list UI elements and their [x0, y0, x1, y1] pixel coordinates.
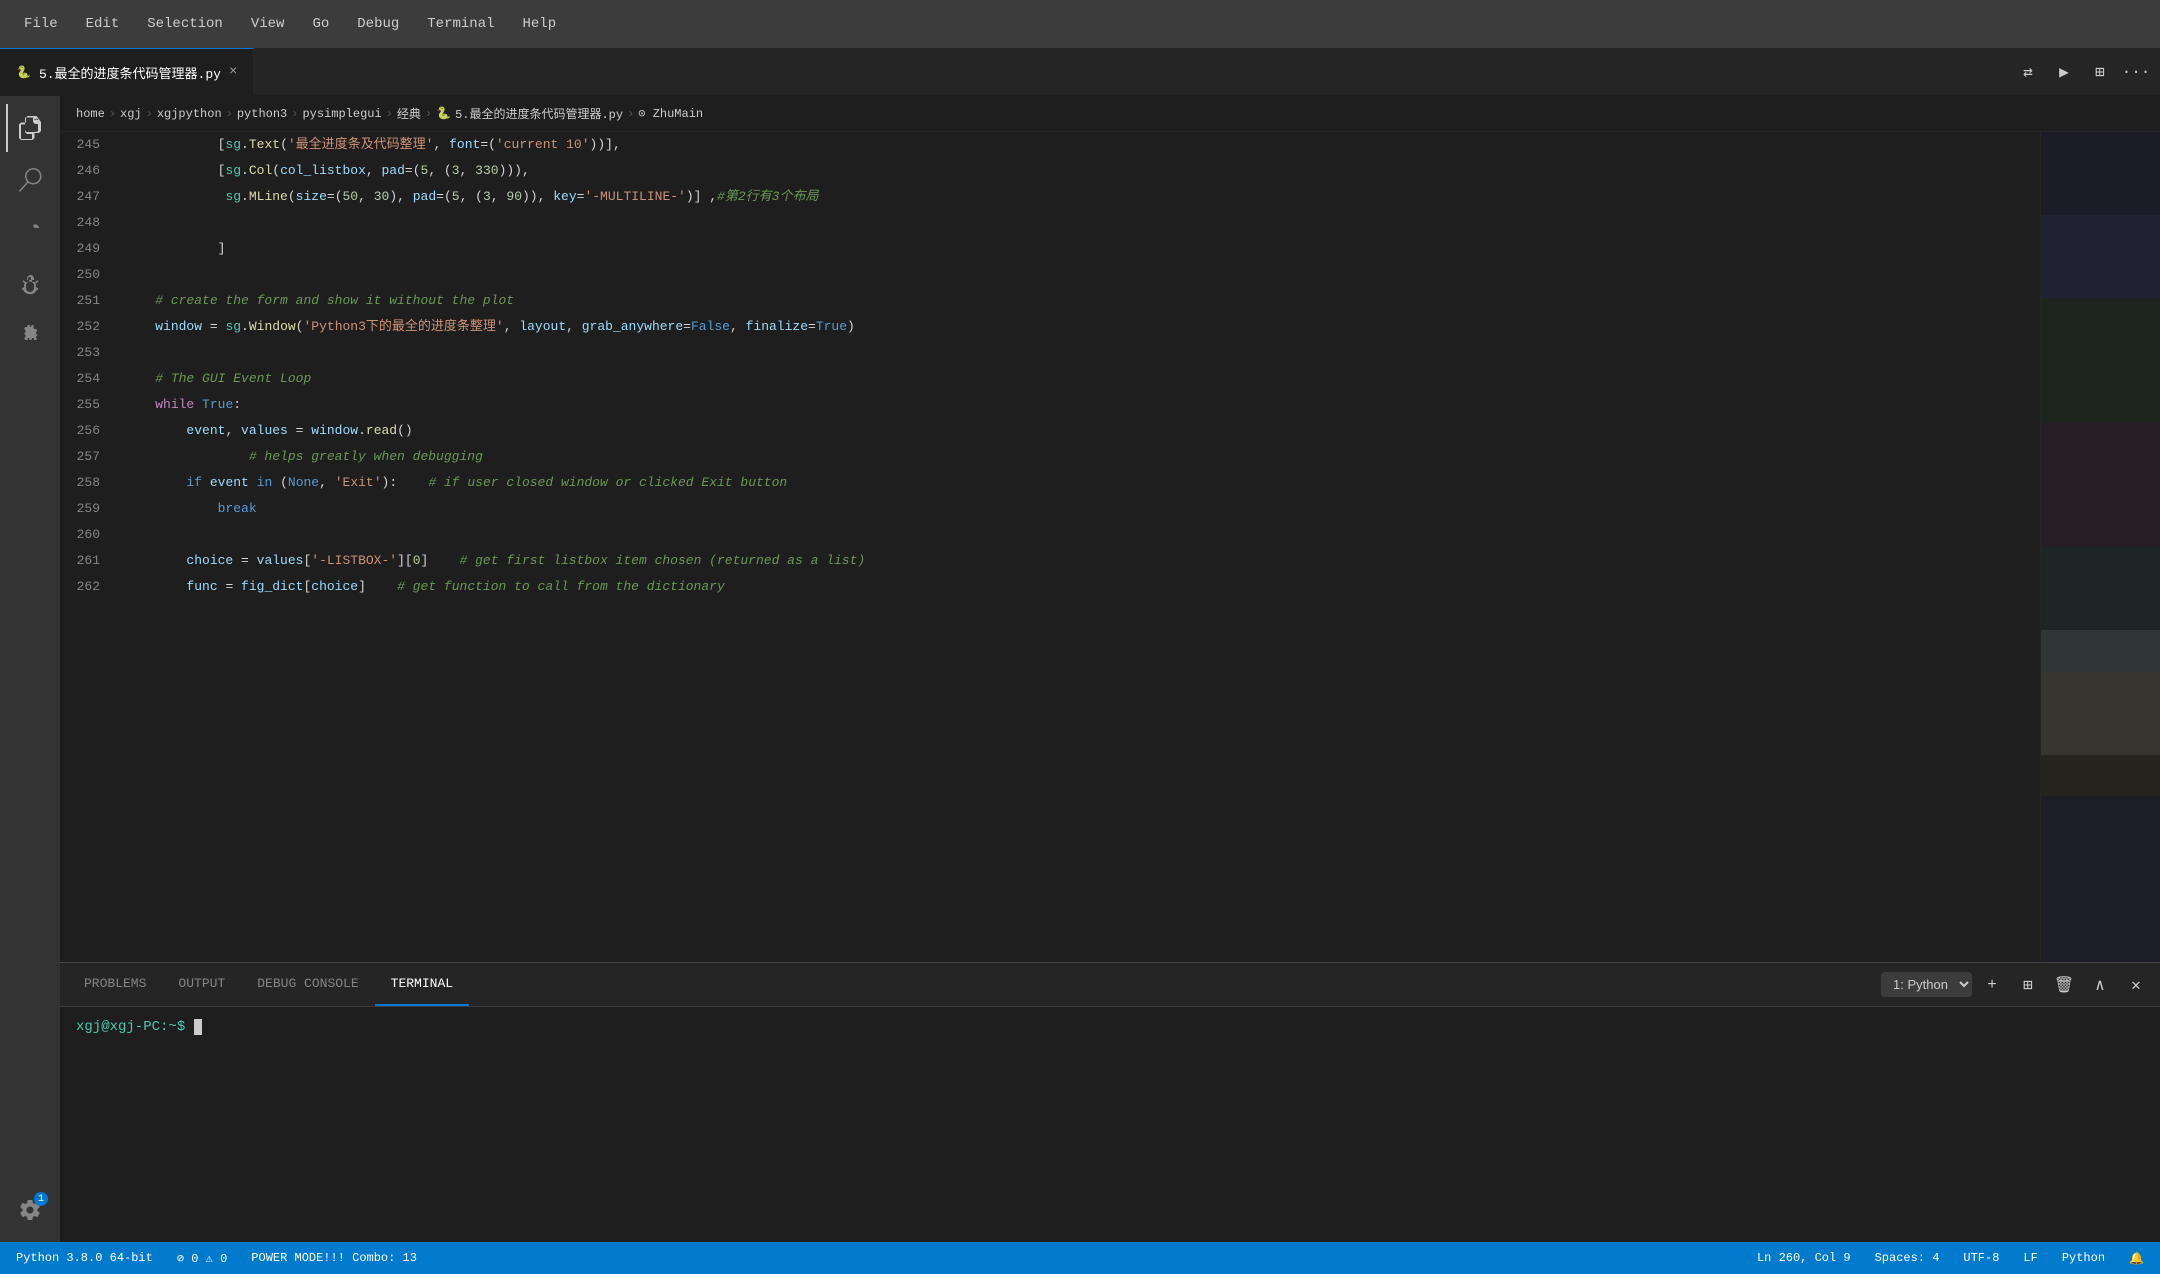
encoding-label: UTF-8: [1963, 1251, 1999, 1265]
breadcrumb-function[interactable]: ⊙ ZhuMain: [638, 106, 703, 121]
errors-label: ⊘ 0 ⚠ 0: [177, 1251, 227, 1266]
status-bell[interactable]: 🔔: [2125, 1251, 2148, 1266]
code-line-261: 261 choice = values['-LISTBOX-'][0] # ge…: [60, 548, 2040, 574]
panel-tab-debug-console[interactable]: DEBUG CONSOLE: [241, 963, 374, 1006]
status-right: Ln 260, Col 9 Spaces: 4 UTF-8 LF Python …: [1753, 1251, 2148, 1266]
code-line-249: 249 ]: [60, 236, 2040, 262]
menu-file[interactable]: File: [12, 12, 70, 36]
breadcrumb-jingdian[interactable]: 经典: [397, 105, 421, 122]
code-line-262: 262 func = fig_dict[choice] # get functi…: [60, 574, 2040, 600]
menu-edit[interactable]: Edit: [74, 12, 132, 36]
breadcrumb-python3[interactable]: python3: [237, 107, 287, 121]
menu-view[interactable]: View: [239, 12, 297, 36]
status-line-ending[interactable]: LF: [2019, 1251, 2041, 1265]
activity-extensions[interactable]: [6, 312, 54, 360]
panel-tab-output[interactable]: OUTPUT: [162, 963, 241, 1006]
menu-debug[interactable]: Debug: [345, 12, 411, 36]
panel-actions: 1: Python + ⊞ 🗑 ∧ ✕: [1881, 969, 2152, 1001]
activity-search[interactable]: [6, 156, 54, 204]
activity-settings[interactable]: [6, 1186, 54, 1234]
editor-tab[interactable]: 🐍 5.最全的进度条代码管理器.py ×: [0, 48, 254, 95]
run-button[interactable]: ▶: [2048, 56, 2080, 88]
menu-bar: File Edit Selection View Go Debug Termin…: [0, 0, 2160, 48]
line-ending-label: LF: [2023, 1251, 2037, 1265]
breadcrumb-home[interactable]: home: [76, 107, 105, 121]
breadcrumb-xgj[interactable]: xgj: [120, 107, 142, 121]
breadcrumb-filename[interactable]: 5.最全的进度条代码管理器.py: [455, 105, 623, 122]
tab-label: 5.最全的进度条代码管理器.py: [39, 63, 221, 82]
activity-source-control[interactable]: [6, 208, 54, 256]
code-line-252: 252 window = sg.Window('Python3下的最全的进度条整…: [60, 314, 2040, 340]
status-bar: Python 3.8.0 64-bit ⊘ 0 ⚠ 0 POWER MODE!!…: [0, 1242, 2160, 1274]
code-lines: 245 [sg.Text('最全进度条及代码整理', font=('curren…: [60, 132, 2040, 600]
terminal-dropdown[interactable]: 1: Python: [1881, 972, 1972, 997]
bell-icon: 🔔: [2129, 1251, 2144, 1266]
code-line-248: 248: [60, 210, 2040, 236]
tab-bar-actions: ⇄ ▶ ⊞ ···: [2012, 56, 2160, 88]
status-python-version[interactable]: Python 3.8.0 64-bit: [12, 1251, 157, 1265]
add-terminal-button[interactable]: +: [1976, 969, 2008, 1001]
spaces-label: Spaces: 4: [1875, 1251, 1940, 1265]
maximize-panel-button[interactable]: ∧: [2084, 969, 2116, 1001]
breadcrumb-pysimplegui[interactable]: pysimplegui: [302, 107, 381, 121]
code-line-260: 260: [60, 522, 2040, 548]
menu-go[interactable]: Go: [300, 12, 341, 36]
code-line-256: 256 event, values = window.read(): [60, 418, 2040, 444]
editor-layout: home › xgj › xgjpython › python3 › pysim…: [0, 96, 2160, 1242]
minimap[interactable]: [2040, 132, 2160, 962]
more-button[interactable]: ···: [2120, 56, 2152, 88]
python-file-icon: 🐍: [16, 65, 31, 80]
panel-tabs: PROBLEMS OUTPUT DEBUG CONSOLE TERMINAL 1…: [60, 963, 2160, 1007]
delete-terminal-button[interactable]: 🗑: [2048, 969, 2080, 1001]
menu-selection[interactable]: Selection: [135, 12, 235, 36]
code-line-259: 259 break: [60, 496, 2040, 522]
app: 🐍 5.最全的进度条代码管理器.py × ⇄ ▶ ⊞ ···: [0, 48, 2160, 1274]
breadcrumb: home › xgj › xgjpython › python3 › pysim…: [60, 96, 2160, 132]
close-panel-button[interactable]: ✕: [2120, 969, 2152, 1001]
language-label: Python: [2062, 1251, 2105, 1265]
tab-bar: 🐍 5.最全的进度条代码管理器.py × ⇄ ▶ ⊞ ···: [0, 48, 2160, 96]
status-position[interactable]: Ln 260, Col 9: [1753, 1251, 1855, 1265]
code-editor[interactable]: 245 [sg.Text('最全进度条及代码整理', font=('curren…: [60, 132, 2040, 962]
code-line-245: 245 [sg.Text('最全进度条及代码整理', font=('curren…: [60, 132, 2040, 158]
activity-bar: [0, 96, 60, 1242]
status-language[interactable]: Python: [2058, 1251, 2109, 1265]
breadcrumb-file-icon: 🐍: [436, 106, 451, 121]
split-editor-button[interactable]: ⇄: [2012, 56, 2044, 88]
menu-help[interactable]: Help: [511, 12, 569, 36]
editor-container: 245 [sg.Text('最全进度条及代码整理', font=('curren…: [60, 132, 2160, 962]
position-label: Ln 260, Col 9: [1757, 1251, 1851, 1265]
code-line-254: 254 # The GUI Event Loop: [60, 366, 2040, 392]
panel: PROBLEMS OUTPUT DEBUG CONSOLE TERMINAL 1…: [60, 962, 2160, 1242]
code-line-251: 251 # create the form and show it withou…: [60, 288, 2040, 314]
minimap-content: [2041, 132, 2160, 962]
activity-debug[interactable]: [6, 260, 54, 308]
code-line-258: 258 if event in (None, 'Exit'): # if use…: [60, 470, 2040, 496]
panel-content[interactable]: xgj@xgj-PC:~$: [60, 1007, 2160, 1242]
panel-tab-problems[interactable]: PROBLEMS: [68, 963, 162, 1006]
code-line-247: 247 sg.MLine(size=(50, 30), pad=(5, (3, …: [60, 184, 2040, 210]
menu-terminal[interactable]: Terminal: [415, 12, 506, 36]
code-line-250: 250: [60, 262, 2040, 288]
terminal-prompt: xgj@xgj-PC:~$: [76, 1019, 185, 1035]
status-power-mode: POWER MODE!!! Combo: 13: [247, 1251, 421, 1265]
breadcrumb-xgjpython[interactable]: xgjpython: [157, 107, 222, 121]
activity-explorer[interactable]: [6, 104, 54, 152]
status-spaces[interactable]: Spaces: 4: [1871, 1251, 1944, 1265]
minimap-viewport: [2041, 630, 2160, 755]
code-line-246: 246 [sg.Col(col_listbox, pad=(5, (3, 330…: [60, 158, 2040, 184]
terminal-cursor: [194, 1019, 202, 1035]
python-version-label: Python 3.8.0 64-bit: [16, 1251, 153, 1265]
status-encoding[interactable]: UTF-8: [1959, 1251, 2003, 1265]
code-line-255: 255 while True:: [60, 392, 2040, 418]
layout-button[interactable]: ⊞: [2084, 56, 2116, 88]
code-line-253: 253: [60, 340, 2040, 366]
power-mode-label: POWER MODE!!! Combo: 13: [251, 1251, 417, 1265]
panel-tab-terminal[interactable]: TERMINAL: [375, 963, 469, 1006]
tab-close-button[interactable]: ×: [229, 64, 237, 80]
split-terminal-button[interactable]: ⊞: [2012, 969, 2044, 1001]
main-content: home › xgj › xgjpython › python3 › pysim…: [60, 96, 2160, 1242]
code-line-257: 257 # helps greatly when debugging: [60, 444, 2040, 470]
status-errors[interactable]: ⊘ 0 ⚠ 0: [173, 1251, 231, 1266]
